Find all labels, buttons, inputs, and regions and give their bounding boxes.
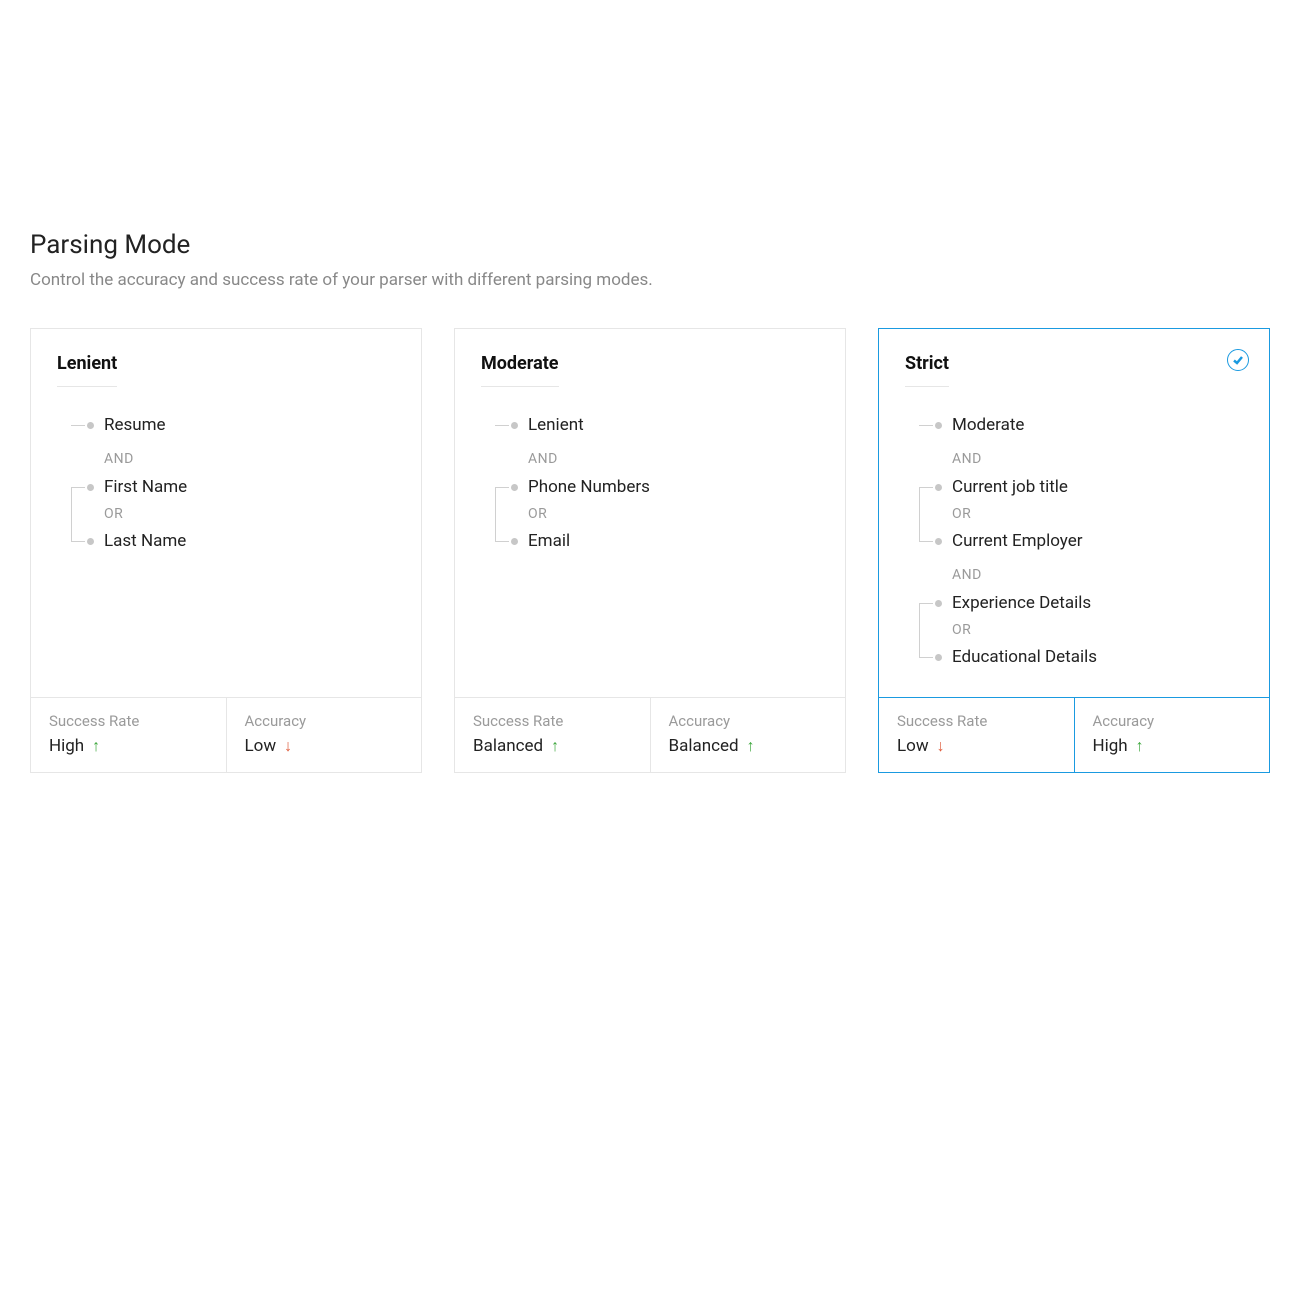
tree-group: Resume <box>57 411 395 439</box>
bullet-icon <box>87 422 94 429</box>
bullet-icon <box>511 422 518 429</box>
page-title: Parsing Mode <box>30 230 1270 260</box>
criteria-tree: Moderate AND Current job title OR Curren… <box>905 411 1243 671</box>
bullet-icon <box>935 422 942 429</box>
metric-label: Accuracy <box>245 712 404 730</box>
tree-group: First Name OR Last Name <box>57 473 395 555</box>
bullet-icon <box>511 538 518 545</box>
tree-group: Moderate <box>905 411 1243 439</box>
arrow-up-icon: ↑ <box>1136 736 1144 756</box>
card-strict[interactable]: Strict Moderate AND Current job title OR… <box>878 328 1270 773</box>
metric-value: Balanced↑ <box>473 736 632 756</box>
bullet-icon <box>935 600 942 607</box>
bullet-icon <box>935 654 942 661</box>
card-lenient[interactable]: Lenient Resume AND First Name OR Last Na… <box>30 328 422 773</box>
tree-operator-and: AND <box>481 445 819 473</box>
bullet-icon <box>87 484 94 491</box>
arrow-up-icon: ↑ <box>92 736 100 756</box>
metric-success-rate: Success Rate Balanced↑ <box>455 698 650 772</box>
metric-value: High↑ <box>49 736 208 756</box>
criteria-tree: Lenient AND Phone Numbers OR Email <box>481 411 819 555</box>
tree-item: Resume <box>87 411 395 439</box>
tree-group: Lenient <box>481 411 819 439</box>
tree-item: Lenient <box>511 411 819 439</box>
metric-accuracy: Accuracy Low↓ <box>226 698 422 772</box>
arrow-down-icon: ↓ <box>284 736 292 756</box>
tree-item: Email <box>511 527 819 555</box>
tree-item: Phone Numbers <box>511 473 819 501</box>
bullet-icon <box>87 538 94 545</box>
arrow-up-icon: ↑ <box>747 736 755 756</box>
tree-item: Last Name <box>87 527 395 555</box>
tree-operator-and: AND <box>57 445 395 473</box>
metric-accuracy: Accuracy High↑ <box>1074 698 1270 772</box>
tree-item: Current Employer <box>935 527 1243 555</box>
tree-item: Moderate <box>935 411 1243 439</box>
card-footer: Success Rate Balanced↑ Accuracy Balanced… <box>455 697 845 772</box>
tree-operator-or: OR <box>935 617 1243 643</box>
metric-label: Accuracy <box>669 712 828 730</box>
tree-item: Current job title <box>935 473 1243 501</box>
card-title: Strict <box>905 353 949 387</box>
metric-value: Balanced↑ <box>669 736 828 756</box>
bullet-icon <box>935 484 942 491</box>
tree-operator-or: OR <box>87 501 395 527</box>
card-body: Lenient Resume AND First Name OR Last Na… <box>31 329 421 697</box>
metric-accuracy: Accuracy Balanced↑ <box>650 698 846 772</box>
metric-value: Low↓ <box>245 736 404 756</box>
tree-item: Educational Details <box>935 643 1243 671</box>
selected-check-icon <box>1227 349 1249 371</box>
bullet-icon <box>935 538 942 545</box>
card-footer: Success Rate Low↓ Accuracy High↑ <box>879 697 1269 772</box>
parsing-mode-cards: Lenient Resume AND First Name OR Last Na… <box>30 328 1270 773</box>
metric-label: Success Rate <box>473 712 632 730</box>
arrow-up-icon: ↑ <box>551 736 559 756</box>
card-body: Strict Moderate AND Current job title OR… <box>879 329 1269 697</box>
page-subtitle: Control the accuracy and success rate of… <box>30 270 1270 290</box>
metric-label: Accuracy <box>1093 712 1252 730</box>
card-body: Moderate Lenient AND Phone Numbers OR Em… <box>455 329 845 697</box>
tree-group: Phone Numbers OR Email <box>481 473 819 555</box>
metric-label: Success Rate <box>897 712 1056 730</box>
metric-label: Success Rate <box>49 712 208 730</box>
card-footer: Success Rate High↑ Accuracy Low↓ <box>31 697 421 772</box>
tree-operator-and: AND <box>905 561 1243 589</box>
tree-group: Current job title OR Current Employer <box>905 473 1243 555</box>
tree-group: Experience Details OR Educational Detail… <box>905 589 1243 671</box>
metric-success-rate: Success Rate High↑ <box>31 698 226 772</box>
metric-value: Low↓ <box>897 736 1056 756</box>
criteria-tree: Resume AND First Name OR Last Name <box>57 411 395 555</box>
bullet-icon <box>511 484 518 491</box>
metric-value: High↑ <box>1093 736 1252 756</box>
card-title: Moderate <box>481 353 559 387</box>
card-moderate[interactable]: Moderate Lenient AND Phone Numbers OR Em… <box>454 328 846 773</box>
tree-item: First Name <box>87 473 395 501</box>
tree-operator-and: AND <box>905 445 1243 473</box>
card-title: Lenient <box>57 353 117 387</box>
tree-operator-or: OR <box>511 501 819 527</box>
tree-operator-or: OR <box>935 501 1243 527</box>
metric-success-rate: Success Rate Low↓ <box>879 698 1074 772</box>
arrow-down-icon: ↓ <box>937 736 945 756</box>
tree-item: Experience Details <box>935 589 1243 617</box>
